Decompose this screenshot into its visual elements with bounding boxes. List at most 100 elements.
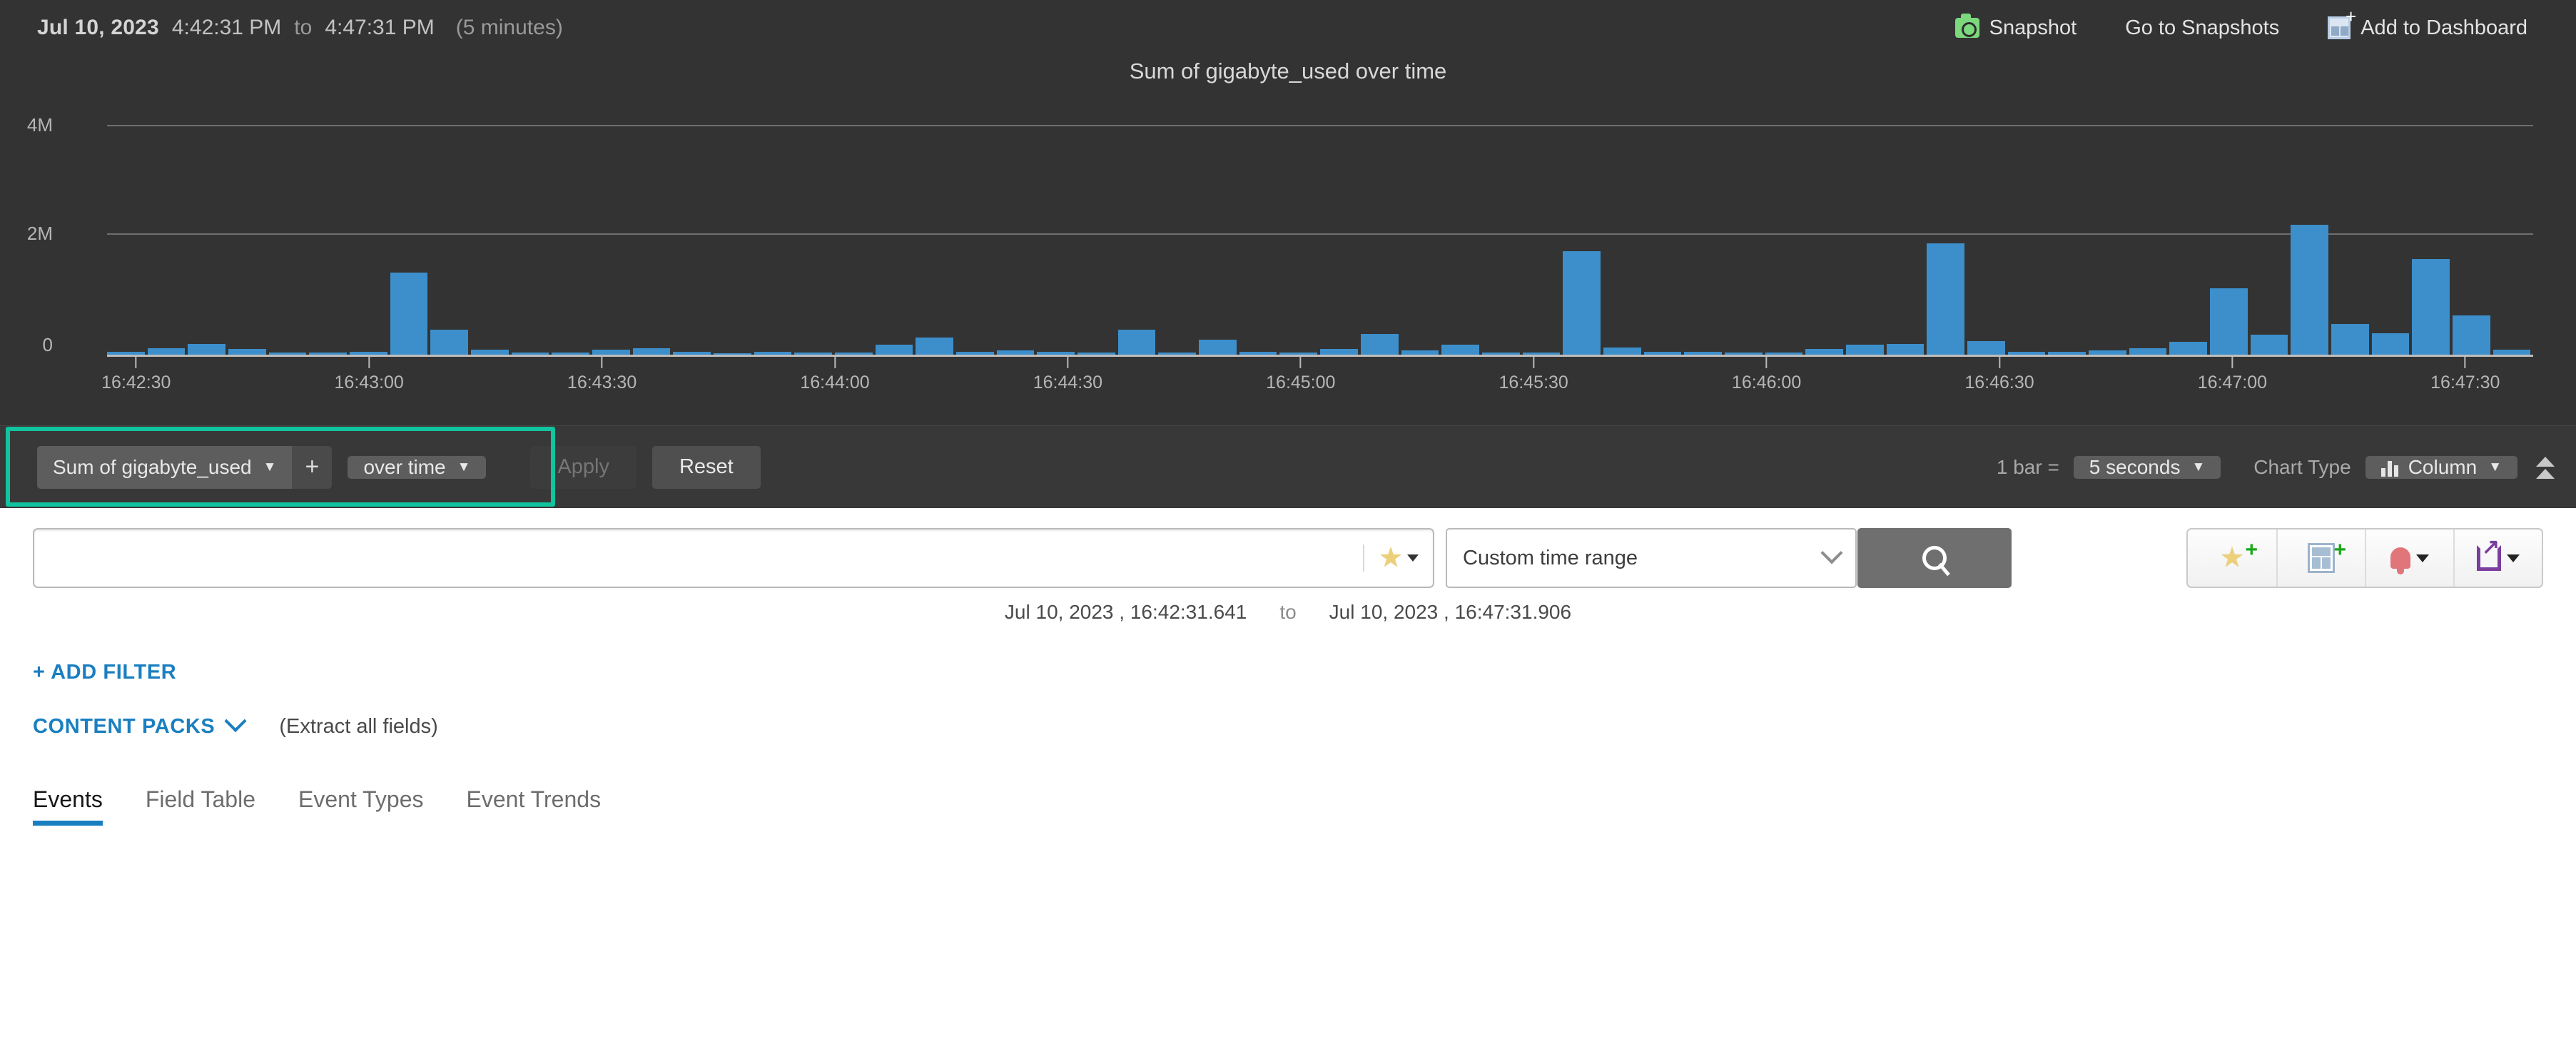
snapshot-button[interactable]: Snapshot — [1931, 14, 2101, 40]
results-tabs: Events Field Table Event Types Event Trends — [33, 786, 644, 826]
add-dashboard-button[interactable]: + — [2276, 529, 2365, 587]
search-input[interactable] — [34, 529, 1363, 587]
chart-type-dropdown[interactable]: Column ▼ — [2365, 456, 2517, 479]
range-to-word: to — [1279, 601, 1297, 623]
summary-date: Jul 10, 2023 — [37, 16, 159, 39]
search-icon — [1922, 546, 1947, 570]
tab-event-trends[interactable]: Event Trends — [467, 786, 602, 826]
range-end: Jul 10, 2023 , 16:47:31.906 — [1329, 601, 1572, 623]
chart-bar[interactable] — [2291, 225, 2328, 357]
search-results-section: ★ Custom time range ★ + + Ju — [0, 508, 2576, 1049]
xtick-mark — [135, 357, 137, 368]
time-range-value: Custom time range — [1463, 546, 1638, 569]
chart-panel: Jul 10, 2023 4:42:31 PM to 4:47:31 PM (5… — [0, 0, 2576, 508]
xtick-label: 16:43:30 — [567, 357, 637, 393]
chart-bar[interactable] — [390, 272, 428, 357]
snapshot-label: Snapshot — [1989, 16, 2077, 39]
summary-until: 4:47:31 PM — [325, 16, 435, 39]
bar-interval-dropdown[interactable]: 5 seconds ▼ — [2073, 456, 2221, 479]
search-button[interactable] — [1857, 528, 2012, 588]
xtick-label: 16:47:00 — [2198, 357, 2267, 393]
add-to-dashboard-label: Add to Dashboard — [2361, 16, 2527, 39]
time-range-summary: Jul 10, 2023 4:42:31 PM to 4:47:31 PM (5… — [37, 16, 563, 40]
share-button[interactable] — [2453, 529, 2542, 587]
dashboard-plus-icon: + — [2328, 7, 2356, 39]
content-packs-toggle[interactable]: CONTENT PACKS — [33, 715, 215, 739]
xtick-label: 16:43:00 — [335, 357, 404, 393]
chart-xticks: 16:42:30 16:43:00 16:43:30 16:44:00 16:44:30… — [101, 357, 2533, 393]
summary-to-word: to — [294, 16, 313, 39]
chart-topbar: Jul 10, 2023 4:42:31 PM to 4:47:31 PM (5… — [0, 0, 2576, 56]
chart-bar[interactable] — [1117, 329, 1156, 357]
chevron-down-icon[interactable] — [224, 709, 247, 732]
groupby-label: over time — [363, 455, 446, 478]
tab-event-types[interactable]: Event Types — [298, 786, 424, 826]
range-start: Jul 10, 2023 , 16:42:31.641 — [1004, 601, 1247, 623]
collapse-chart-button[interactable] — [2536, 456, 2555, 479]
xtick-mark — [2464, 357, 2466, 368]
xtick-mark — [1067, 357, 1069, 368]
chevron-down-icon — [2507, 554, 2520, 562]
chevron-up-icon — [2536, 456, 2555, 467]
chevron-up-icon — [2536, 468, 2555, 479]
metric-dropdown[interactable]: Sum of gigabyte_used ▼ — [37, 445, 293, 489]
bell-icon — [2390, 547, 2410, 574]
chart-control-bar: Sum of gigabyte_used ▼ + over time ▼ App… — [0, 425, 2576, 508]
chart-bar[interactable] — [2452, 315, 2490, 357]
chevron-down-icon — [2416, 554, 2429, 562]
chart-bar[interactable] — [916, 338, 954, 357]
add-filter-button[interactable]: + ADD FILTER — [33, 661, 176, 684]
time-range-select[interactable]: Custom time range — [1446, 528, 1857, 588]
groupby-dropdown[interactable]: over time ▼ — [348, 455, 487, 479]
chart-type-value: Column — [2408, 456, 2478, 478]
add-to-dashboard-button[interactable]: + Add to Dashboard — [2303, 7, 2552, 40]
chart-bar[interactable] — [2209, 288, 2248, 357]
tab-events[interactable]: Events — [33, 786, 103, 826]
chart-bar[interactable] — [430, 330, 469, 357]
content-packs-row: CONTENT PACKS (Extract all fields) — [33, 709, 438, 739]
chart-bar[interactable] — [1927, 243, 1964, 357]
chart-bar[interactable] — [2331, 324, 2369, 357]
share-icon — [2477, 534, 2501, 571]
xtick-mark — [368, 357, 370, 368]
save-favorite-button[interactable]: ★ + — [2188, 529, 2276, 587]
ytick-label-4m: 4M — [26, 114, 53, 136]
go-to-snapshots-link[interactable]: Go to Snapshots — [2101, 16, 2303, 40]
xtick-mark — [1765, 357, 1768, 368]
extract-all-fields-label: (Extract all fields) — [279, 715, 438, 738]
chart-bars — [107, 125, 2533, 357]
chart-bar[interactable] — [2250, 334, 2288, 357]
chart-bar[interactable] — [2371, 333, 2410, 357]
alerts-button[interactable] — [2365, 529, 2453, 587]
chart-bar[interactable] — [2412, 259, 2450, 357]
chevron-down-icon — [1407, 554, 1419, 562]
metric-group: Sum of gigabyte_used ▼ + — [37, 445, 333, 489]
add-metric-button[interactable]: + — [292, 445, 333, 489]
plus-icon: + — [2333, 538, 2346, 562]
chart-bar[interactable] — [1563, 251, 1601, 357]
metric-label: Sum of gigabyte_used — [53, 455, 252, 478]
xtick-label: 16:47:30 — [2430, 357, 2500, 393]
chart-control-right: 1 bar = 5 seconds ▼ Chart Type Column ▼ — [1997, 426, 2555, 509]
saved-query-dropdown[interactable]: ★ — [1363, 544, 1433, 572]
chart-plot-area: 4M 2M 0 — [27, 114, 2533, 357]
search-box: ★ — [33, 528, 1434, 588]
dashboard-icon — [2308, 543, 2335, 573]
results-icon-toolbar: ★ + + — [2186, 528, 2543, 588]
tab-field-table[interactable]: Field Table — [146, 786, 255, 826]
chevron-down-icon: ▼ — [263, 459, 277, 475]
xtick-mark — [2231, 357, 2233, 368]
summary-duration: (5 minutes) — [455, 16, 563, 39]
xtick-mark — [1998, 357, 2000, 368]
reset-button[interactable]: Reset — [651, 445, 761, 489]
xtick-mark — [1299, 357, 1302, 368]
apply-button[interactable]: Apply — [530, 445, 637, 489]
chevron-down-icon: ▼ — [2191, 460, 2206, 475]
xtick-label: 16:46:30 — [1964, 357, 2034, 393]
star-icon: ★ — [2219, 543, 2245, 573]
summary-from: 4:42:31 PM — [171, 16, 282, 39]
chart-bar[interactable] — [1360, 334, 1399, 357]
xtick-label: 16:44:30 — [1033, 357, 1102, 393]
xtick-mark — [1533, 357, 1535, 368]
bar-interval-value: 5 seconds — [2089, 456, 2181, 478]
